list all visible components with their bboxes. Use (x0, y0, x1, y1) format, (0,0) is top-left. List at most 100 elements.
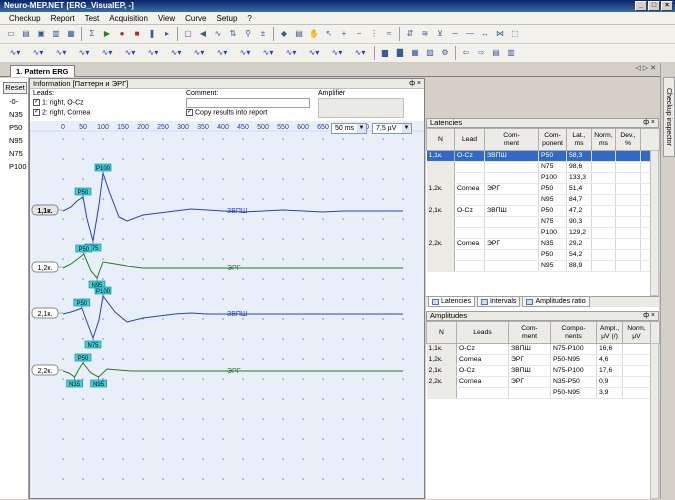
time-scale-select[interactable]: 50 ms ▼ (331, 123, 367, 134)
checkbox-icon[interactable]: ✓ (186, 109, 193, 116)
curve2-icon[interactable]: ∿▾ (28, 47, 48, 59)
step-icon[interactable]: ▸ (161, 28, 173, 40)
table-row[interactable]: 1,1к. O-Cz ЗВПШ N75-P100 16,6 (426, 343, 660, 355)
curve5-icon[interactable]: ∿▾ (97, 47, 117, 59)
component-label[interactable]: P100 (9, 162, 27, 171)
bar-chart-icon[interactable]: ▇ (394, 47, 406, 59)
play-icon[interactable]: ▶ (101, 28, 113, 40)
column-header[interactable]: Norm, ms (591, 128, 616, 151)
checkbox-icon[interactable]: ✓ (33, 109, 40, 116)
waveform-chart[interactable]: 0 50 100 150 200 250 300 350 400 450 500 550 600 650 7… (30, 121, 424, 498)
speaker-icon[interactable]: ◀ (197, 28, 209, 40)
table-row[interactable]: 2,2к. Cornea ЭРГ N35-P50 0,9 (426, 376, 660, 388)
column-header[interactable]: Dev.,% (615, 128, 641, 151)
zoom-in-icon[interactable]: + (338, 28, 350, 40)
component-label[interactable]: N75 (9, 149, 23, 158)
curve8-icon[interactable]: ∿▾ (166, 47, 186, 59)
pin-icon[interactable]: ф × (409, 79, 421, 88)
shift-icon[interactable]: ↔ (479, 28, 491, 40)
menu-curve[interactable]: Curve (180, 12, 211, 24)
pause-icon[interactable]: ❚ (146, 28, 158, 40)
settings-icon[interactable]: ⚙ (439, 47, 451, 59)
doc-icon[interactable]: ▤ (490, 47, 502, 59)
table-row[interactable]: N75 90,3 (426, 216, 660, 228)
tab-amplitudes-ratio[interactable]: Amplitudes ratio (522, 297, 590, 307)
curve7-icon[interactable]: ∿▾ (143, 47, 163, 59)
curve14-icon[interactable]: ∿▾ (304, 47, 324, 59)
curve6-icon[interactable]: ∿▾ (120, 47, 140, 59)
amplitudes-scrollbar[interactable] (650, 343, 659, 499)
histogram-icon[interactable]: ▆ (379, 47, 391, 59)
component-label[interactable]: N95 (9, 136, 23, 145)
zoom-out-icon[interactable]: − (353, 28, 365, 40)
column-header[interactable]: Compo-nents (550, 321, 597, 344)
curve12-icon[interactable]: ∿▾ (258, 47, 278, 59)
print-icon[interactable]: ▥ (50, 28, 62, 40)
waveform-plot[interactable]: 0 50 100 150 200 250 300 350 400 450 500 550 600 650 7… (30, 121, 424, 498)
table-row[interactable]: 1,2к. Cornea ЭРГ P50 51,4 (426, 183, 660, 195)
lock-icon[interactable]: ▤ (293, 28, 305, 40)
lead-checkbox-2[interactable]: ✓ 2: right, Cornea (33, 109, 90, 116)
menu-test[interactable]: Test (80, 12, 105, 24)
open-icon[interactable]: ▤ (20, 28, 32, 40)
arrows-icon[interactable]: ⇅ (227, 28, 239, 40)
table-row[interactable]: P50-N95 3,9 (426, 387, 660, 399)
overlay-icon[interactable]: ≋ (419, 28, 431, 40)
curve15-icon[interactable]: ∿▾ (327, 47, 347, 59)
latencies-scrollbar[interactable] (650, 150, 659, 296)
comment-field[interactable] (186, 98, 310, 108)
checkbox-icon[interactable]: ✓ (33, 99, 40, 106)
checkup-inspector-tab[interactable]: Checkup inspector (663, 77, 675, 157)
back-icon[interactable]: ⇦ (460, 47, 472, 59)
tab-controls[interactable]: ◁ ▷ ✕ (635, 64, 656, 72)
stop-icon[interactable]: ■ (131, 28, 143, 40)
table-row[interactable]: N95 88,9 (426, 260, 660, 272)
sigma-icon[interactable]: Σ (86, 28, 98, 40)
tab-latencies[interactable]: Latencies (428, 297, 475, 307)
column-header[interactable]: Norm, µV (622, 321, 651, 344)
record-icon[interactable]: ● (116, 28, 128, 40)
menu-acquisition[interactable]: Acquisition (104, 12, 153, 24)
smooth-icon[interactable]: ∼ (449, 28, 461, 40)
minimize-button[interactable]: _ (635, 1, 647, 11)
table-row[interactable]: P100 133,3 (426, 172, 660, 184)
align-icon[interactable]: ⋈ (494, 28, 506, 40)
wave-icon[interactable]: ∿ (212, 28, 224, 40)
report-icon[interactable]: ▥ (505, 47, 517, 59)
tab-intervals[interactable]: Intervals (476, 297, 521, 307)
column-header[interactable]: Lat., ms (566, 128, 592, 151)
column-header[interactable]: N (426, 128, 455, 151)
table-row[interactable]: 1,1к. O-Cz ЗВПШ P50 58,3 (426, 150, 660, 162)
component-label[interactable]: P50 (9, 123, 22, 132)
menu-report[interactable]: Report (46, 12, 80, 24)
chevron-down-icon[interactable]: ▼ (402, 124, 411, 133)
gain-icon[interactable]: ± (257, 28, 269, 40)
baseline-icon[interactable]: ― (464, 28, 476, 40)
maximize-button[interactable]: □ (648, 1, 660, 11)
copy-results-checkbox[interactable]: ✓ Copy results into report (186, 109, 267, 116)
column-header[interactable]: Com-ment (484, 128, 539, 151)
table-row[interactable]: P50 54,2 (426, 249, 660, 261)
new-icon[interactable]: ▭ (5, 28, 17, 40)
table-row[interactable]: P100 129,2 (426, 227, 660, 239)
close-button[interactable]: × (661, 1, 673, 11)
photo-icon[interactable]: ▨ (424, 47, 436, 59)
select-icon[interactable]: ⬚ (509, 28, 521, 40)
menu-checkup[interactable]: Checkup (4, 12, 46, 24)
column-header[interactable]: Com-ponent (538, 128, 567, 151)
filter-icon[interactable]: ⊻ (434, 28, 446, 40)
monitor-icon[interactable]: ▢ (182, 28, 194, 40)
table-row[interactable]: N75 98,6 (426, 161, 660, 173)
table-icon[interactable]: ▦ (409, 47, 421, 59)
column-header[interactable]: Ampl., µV (/) (596, 321, 623, 344)
split-icon[interactable]: ⋮ (368, 28, 380, 40)
component-label[interactable]: N35 (9, 110, 23, 119)
curve4-icon[interactable]: ∿▾ (74, 47, 94, 59)
chevron-down-icon[interactable]: ▼ (357, 124, 366, 133)
preview-icon[interactable]: ▦ (65, 28, 77, 40)
invert-icon[interactable]: ⇵ (404, 28, 416, 40)
curve11-icon[interactable]: ∿▾ (235, 47, 255, 59)
hand-icon[interactable]: ✋ (308, 28, 320, 40)
column-header[interactable]: Leads (456, 321, 509, 344)
curve3-icon[interactable]: ∿▾ (51, 47, 71, 59)
